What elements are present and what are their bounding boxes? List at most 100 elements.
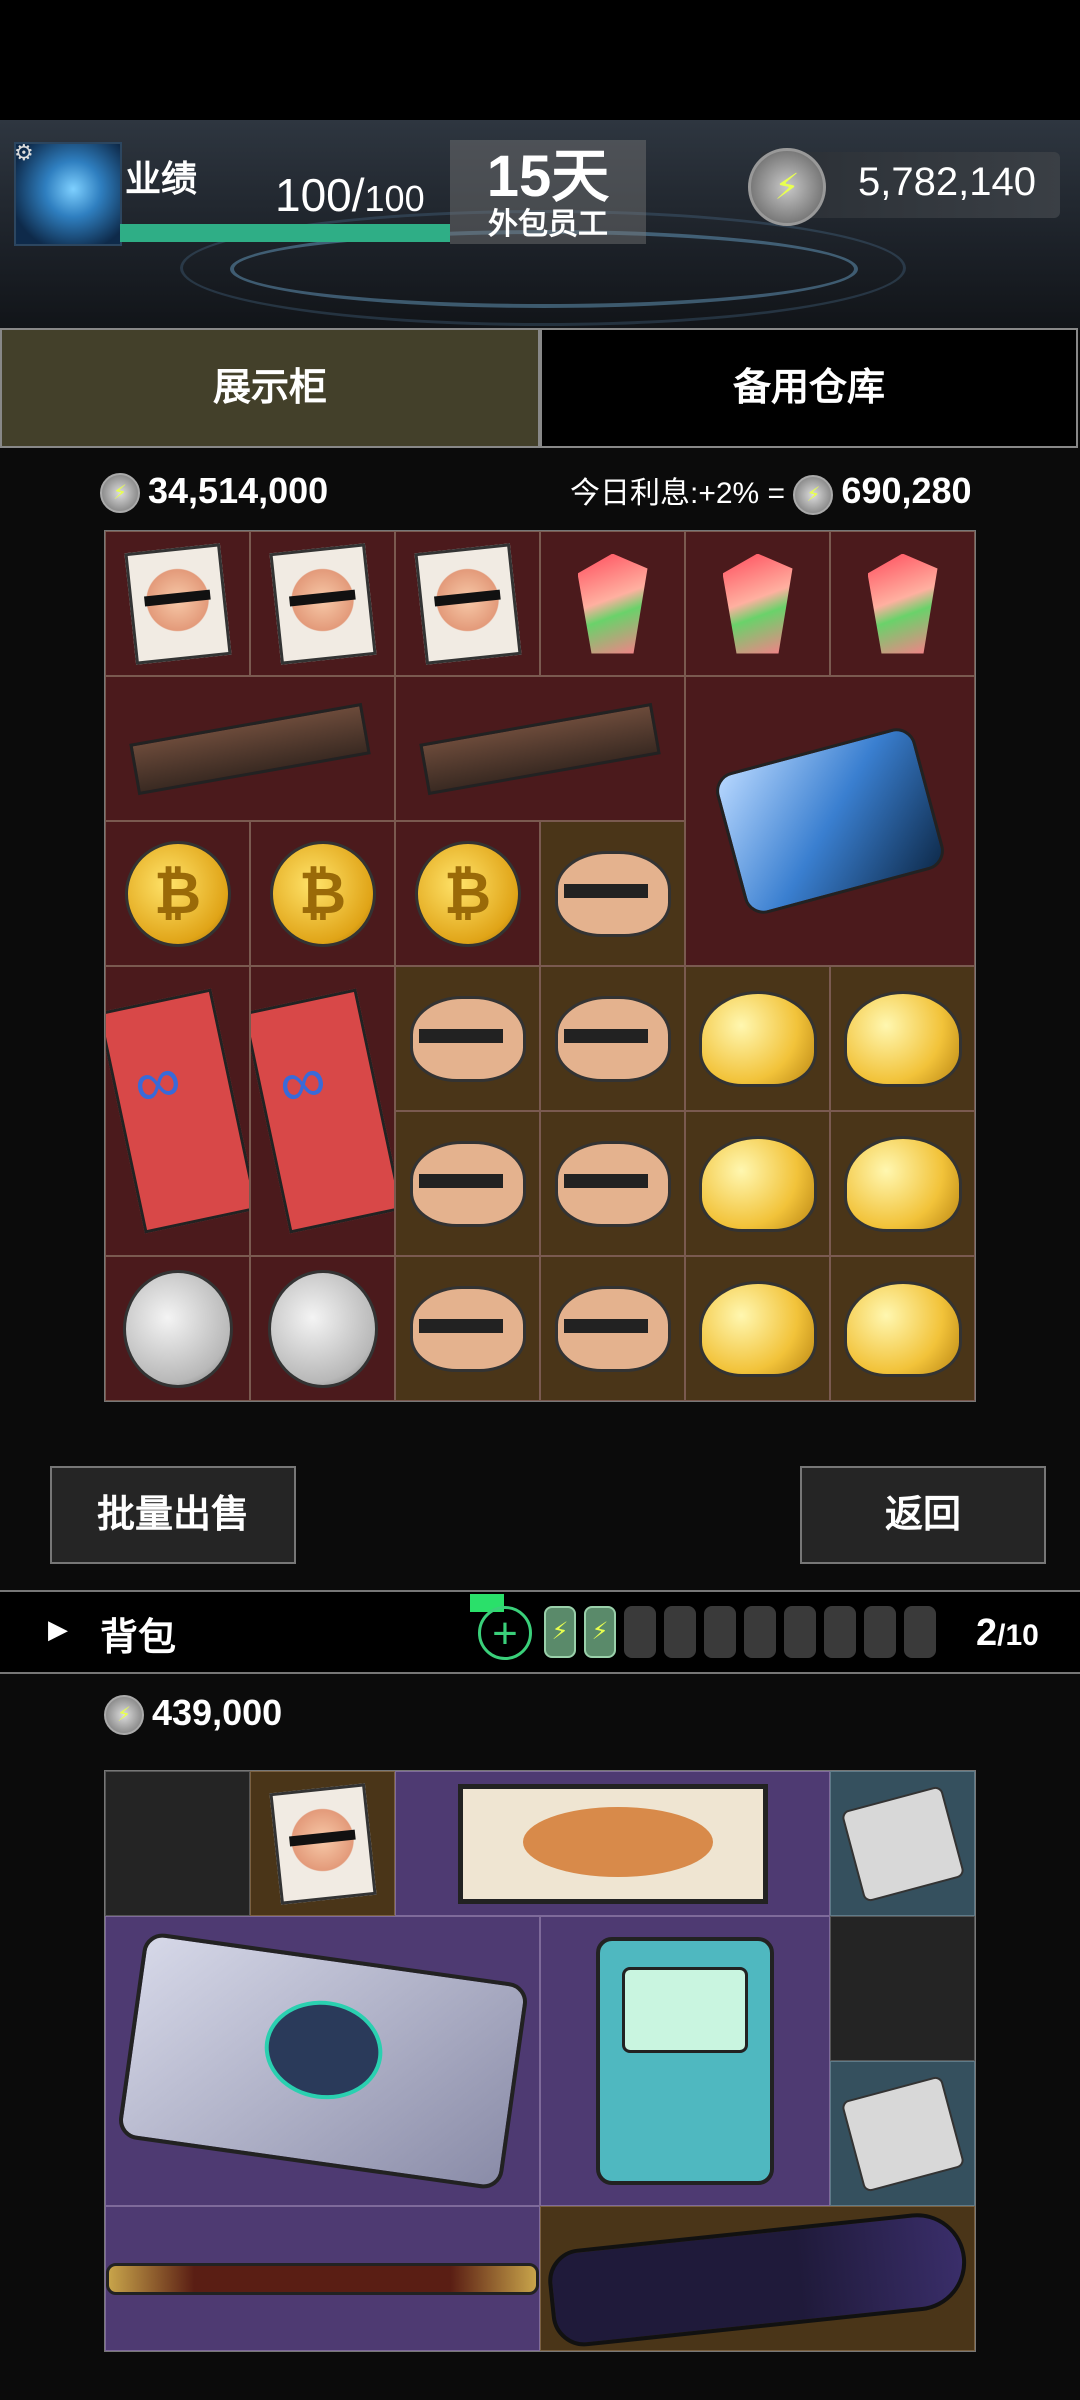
showcase-item-cell[interactable] <box>540 821 685 966</box>
showcase-item-cell[interactable] <box>250 966 395 1256</box>
gear-icon[interactable]: ⚙ <box>14 140 34 166</box>
showcase-item-cell[interactable] <box>395 1256 540 1401</box>
bulk-sell-button[interactable]: 批量出售 <box>50 1466 296 1564</box>
battery-slot-empty <box>704 1606 736 1658</box>
interest-info: 今日利息:+2% = ⚡ 690,280 <box>570 468 972 516</box>
showcase-item-cell[interactable] <box>105 676 395 821</box>
backpack-item-cell[interactable] <box>105 2206 540 2351</box>
backpack-title: 背包 <box>100 1617 177 1659</box>
silver-coin-icon <box>267 1269 378 1388</box>
showcase-item-cell[interactable] <box>105 531 250 676</box>
days-remaining: 15天 <box>486 144 610 209</box>
showcase-item-cell[interactable] <box>685 966 830 1111</box>
performance-value: 100/100 <box>275 169 425 221</box>
disc-icon <box>840 2074 965 2193</box>
showcase-item-cell[interactable] <box>685 1111 830 1256</box>
showcase-item-cell[interactable] <box>830 1256 975 1401</box>
golden-bun-icon <box>843 1135 962 1232</box>
head-gadget-icon <box>554 850 671 937</box>
showcase-item-cell[interactable] <box>250 1256 395 1401</box>
showcase-item-cell[interactable] <box>830 966 975 1111</box>
lightning-coin-icon: ⚡ <box>100 473 140 514</box>
electric-guitar-icon <box>544 2207 971 2350</box>
interest-value: 690,280 <box>841 470 972 511</box>
showcase-item-cell[interactable]: ₿ <box>105 821 250 966</box>
robot-icon <box>711 723 949 919</box>
empty-cell[interactable] <box>105 1771 250 1916</box>
showcase-item-cell[interactable] <box>830 531 975 676</box>
disc-icon <box>840 1784 965 1903</box>
head-gadget-icon <box>409 995 526 1082</box>
backpack-item-cell[interactable] <box>830 2061 975 2206</box>
battery-slot-empty <box>784 1606 816 1658</box>
plus-circle-icon[interactable]: + <box>478 1606 532 1660</box>
red-gem-icon <box>577 553 648 654</box>
showcase-item-cell[interactable] <box>540 966 685 1111</box>
silver-coin-icon <box>122 1269 233 1388</box>
showcase-total-value: 34,514,000 <box>148 470 329 511</box>
backpack-total: ⚡ 439,000 <box>104 1692 283 1736</box>
triangle-right-icon[interactable]: ▶ <box>48 1614 68 1645</box>
bitcoin-icon: ₿ <box>124 840 231 947</box>
radar-device-icon <box>115 1931 530 2191</box>
showcase-item-cell[interactable] <box>540 531 685 676</box>
wooden-plaque-icon <box>419 702 661 795</box>
showcase-item-cell[interactable] <box>105 1256 250 1401</box>
golden-bun-icon <box>698 990 817 1087</box>
performance-label: 业绩 <box>125 158 198 199</box>
congratulation-card-icon <box>268 542 377 665</box>
showcase-item-cell[interactable]: ₿ <box>395 821 540 966</box>
bitcoin-icon: ₿ <box>414 840 521 947</box>
showcase-item-cell[interactable]: ₿ <box>250 821 395 966</box>
showcase-item-cell[interactable] <box>395 1111 540 1256</box>
wooden-plaque-icon <box>129 702 371 795</box>
battery-slot-full: ⚡ <box>584 1606 616 1658</box>
backpack-item-cell[interactable] <box>540 1916 830 2206</box>
showcase-item-cell[interactable] <box>540 1256 685 1401</box>
status-bar <box>0 0 1080 120</box>
battery-slot-empty <box>664 1606 696 1658</box>
backpack-total-value: 439,000 <box>152 1692 283 1733</box>
red-gem-icon <box>867 553 938 654</box>
battery-slot-empty <box>624 1606 656 1658</box>
congratulation-card-icon <box>413 542 522 665</box>
showcase-item-cell[interactable] <box>395 966 540 1111</box>
showcase-item-cell[interactable] <box>685 531 830 676</box>
head-gadget-icon <box>554 1140 671 1227</box>
lightning-coin-icon: ⚡ <box>748 148 826 226</box>
role-label: 外包员工 <box>488 208 608 241</box>
showcase-item-cell[interactable] <box>830 1111 975 1256</box>
backpack-count: 2/10 <box>976 1612 1039 1654</box>
golden-bun-icon <box>698 1280 817 1377</box>
showcase-grid: ₿ ₿ ₿ <box>104 530 976 1402</box>
showcase-item-cell[interactable] <box>395 676 685 821</box>
showcase-item-cell[interactable] <box>540 1111 685 1256</box>
battery-slot-empty <box>864 1606 896 1658</box>
showcase-item-cell[interactable] <box>395 531 540 676</box>
head-gadget-icon <box>554 1285 671 1372</box>
showcase-item-cell[interactable] <box>685 1256 830 1401</box>
backpack-item-cell[interactable] <box>540 2206 975 2351</box>
empty-cell[interactable] <box>830 1916 975 2061</box>
battery-slot-full: ⚡ <box>544 1606 576 1658</box>
interest-label: 今日利息:+2% = <box>570 477 786 510</box>
backpack-item-cell[interactable] <box>395 1771 830 1916</box>
tab-showcase[interactable]: 展示柜 <box>0 328 540 448</box>
showcase-item-cell[interactable] <box>105 966 250 1256</box>
meta-account-card-icon <box>251 988 394 1234</box>
money-value: 5,782,140 <box>858 160 1036 204</box>
tab-storage[interactable]: 备用仓库 <box>540 328 1078 448</box>
performance-progress-bar <box>120 224 450 242</box>
head-gadget-icon <box>554 995 671 1082</box>
head-gadget-icon <box>409 1285 526 1372</box>
battery-slot-empty <box>744 1606 776 1658</box>
red-gem-icon <box>722 553 793 654</box>
backpack-item-cell[interactable] <box>105 1916 540 2206</box>
backpack-item-cell[interactable] <box>830 1771 975 1916</box>
showcase-item-cell[interactable] <box>685 676 975 966</box>
head-gadget-icon <box>409 1140 526 1227</box>
back-button[interactable]: 返回 <box>800 1466 1046 1564</box>
lightning-coin-icon: ⚡ <box>793 475 834 516</box>
showcase-item-cell[interactable] <box>250 531 395 676</box>
backpack-item-cell[interactable] <box>250 1771 395 1916</box>
